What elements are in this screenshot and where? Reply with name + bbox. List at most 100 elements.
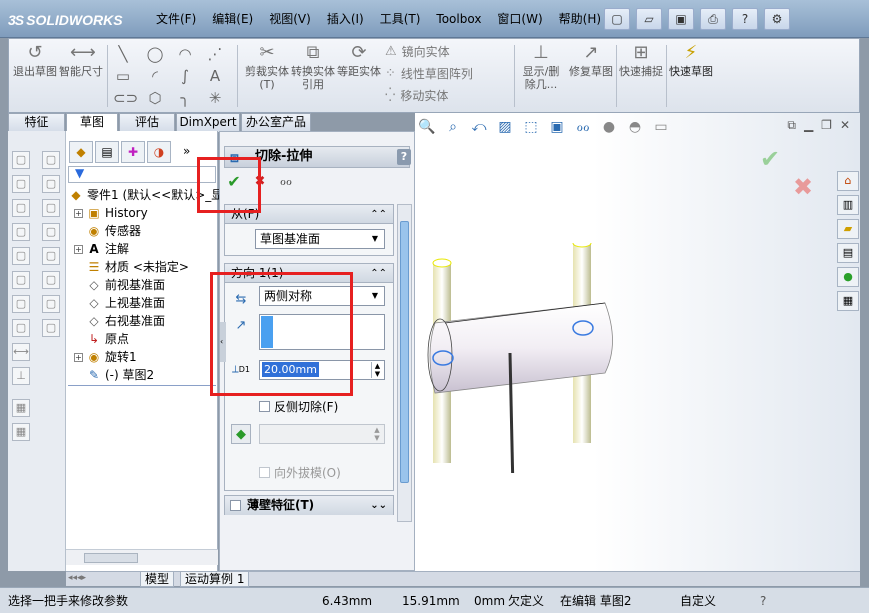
tree-item-revolve[interactable]: + ◉ 旋转1 [74,348,137,366]
scene-icon[interactable]: ◓ [625,117,645,137]
mirror-button[interactable]: ⚠ 镜向实体 [385,43,450,60]
close-icon[interactable]: ✕ [840,118,850,133]
menu-toolbox[interactable]: Toolbox [428,8,489,30]
help-icon[interactable]: ? [760,590,766,612]
view-icon[interactable]: ▢ [42,319,60,337]
flip-side-checkbox[interactable]: 反侧切除(F) [259,398,338,415]
rollback-bar[interactable] [68,385,216,386]
view-icon[interactable]: ▢ [12,151,30,169]
tree-item-top-plane[interactable]: ◇ 上视基准面 [86,294,165,312]
custom-properties-icon[interactable]: ▦ [837,291,859,311]
property-tab-icon[interactable]: ▤ [95,141,119,163]
menu-insert[interactable]: 插入(I) [319,8,372,30]
new-file-icon[interactable]: ▢ [604,8,630,30]
view-settings-icon[interactable]: ▭ [651,117,671,137]
expand-icon[interactable]: + [74,208,83,218]
spin-arrows[interactable]: ▲ ▼ [371,426,383,442]
rapid-sketch-button[interactable]: ⚡ 快速草图 [669,43,713,79]
help-button[interactable]: ? [397,149,411,165]
view-icon[interactable]: ▢ [12,319,30,337]
home-icon[interactable]: ⌂ [837,171,859,191]
view-icon[interactable]: ▢ [12,175,30,193]
menu-help[interactable]: 帮助(H) [551,8,609,30]
centerline-arc-icon[interactable]: ◜ [145,67,165,85]
tab-evaluate[interactable]: 评估 [119,113,175,132]
quick-snap-button[interactable]: ⊞ 快速捕捉 [619,43,663,79]
draft-angle-input[interactable]: ▲ ▼ [259,424,385,444]
minimize-icon[interactable]: ▁ [804,118,813,133]
from-select[interactable]: 草图基准面 ▼ [255,229,385,249]
options-icon[interactable]: ⚙ [764,8,790,30]
view-icon[interactable]: ▢ [12,199,30,217]
tree-item-sensors[interactable]: ◉ 传感器 [86,222,141,240]
display-delete-button[interactable]: ⊥ 显示/删除几... [519,43,563,92]
tree-item-sketch2[interactable]: ✎ (-) 草图2 [86,366,154,384]
rectangle-icon[interactable]: ▭ [113,67,133,85]
display-style-icon[interactable]: ▣ [547,117,567,137]
offset-button[interactable]: ⟳ 等距实体 [337,43,381,79]
menu-tools[interactable]: 工具(T) [372,8,429,30]
view-icon[interactable]: ▢ [42,295,60,313]
collapse-icon[interactable]: ⌃⌃ [370,205,387,224]
move-button[interactable]: ⁛ 移动实体 [385,87,448,104]
confirm-ok-icon[interactable]: ✔ [760,145,780,173]
view-icon[interactable]: ▢ [42,151,60,169]
zoom-area-icon[interactable]: ⌕ [443,117,463,137]
expand-icon[interactable]: + [74,352,83,362]
display-icon[interactable]: ▦ [12,423,30,441]
repair-sketch-button[interactable]: ↗ 修复草图 [569,43,613,79]
checkbox[interactable] [259,401,270,412]
menu-view[interactable]: 视图(V) [261,8,319,30]
expand-icon[interactable]: + [74,244,83,254]
display-tab-icon[interactable]: ◑ [147,141,171,163]
tree-item-annotations[interactable]: + A 注解 [74,240,129,258]
line-icon[interactable]: ╲ [113,45,133,63]
exit-sketch-button[interactable]: ↺ 退出草图 [13,43,57,79]
checkbox[interactable] [259,467,270,478]
view-icon[interactable]: ▢ [12,223,30,241]
view-icon[interactable]: ▢ [42,199,60,217]
point-icon[interactable]: ✳ [205,89,225,107]
dimension-icon[interactable]: ⟷ [12,343,30,361]
relation-icon[interactable]: ⊥ [12,367,30,385]
checkbox[interactable] [230,500,241,511]
fillet-icon[interactable]: ╮ [175,89,195,107]
pm-vertical-scrollbar[interactable] [397,204,412,522]
tab-sketch[interactable]: 草图 [66,113,118,133]
more-tabs-icon[interactable]: » [183,141,190,165]
tile-icon[interactable]: ⧉ [787,118,796,133]
menu-edit[interactable]: 编辑(E) [204,8,261,30]
expand-icon[interactable]: ⌄⌄ [370,496,387,515]
tab-features[interactable]: 特征 [8,113,65,132]
view-icon[interactable]: ▢ [42,223,60,241]
text-icon[interactable]: A [205,67,225,85]
polygon-icon[interactable]: ⬡ [145,89,165,107]
construction-icon[interactable]: ⋰ [205,45,225,63]
save-icon[interactable]: ▣ [668,8,694,30]
draft-outward-checkbox[interactable]: 向外拔模(O) [259,464,341,481]
slot-icon[interactable]: ⊂⊃ [113,89,138,107]
view-icon[interactable]: ▢ [42,247,60,265]
tree-item-history[interactable]: + ▣ History [74,204,148,222]
view-palette-icon[interactable]: ▤ [837,243,859,263]
tree-item-right-plane[interactable]: ◇ 右视基准面 [86,312,165,330]
appearance-icon[interactable]: ● [837,267,859,287]
restore-icon[interactable]: ❐ [821,118,832,133]
tree-item-material[interactable]: ☰ 材质 <未指定> [86,258,189,276]
spline-icon[interactable]: ∫ [175,67,195,85]
hide-show-icon[interactable]: ℴℴ [573,117,593,137]
view-icon[interactable]: ▢ [12,271,30,289]
previous-view-icon[interactable]: ⤺ [469,117,489,137]
view-icon[interactable]: ▢ [12,247,30,265]
feature-tree-tab-icon[interactable]: ◆ [69,141,93,163]
tree-item-front-plane[interactable]: ◇ 前视基准面 [86,276,165,294]
custom-units[interactable]: 自定义 [680,590,716,612]
tab-nav-icon[interactable]: ◂◂◂▸ [68,573,86,583]
library-icon[interactable]: ▥ [837,195,859,215]
filter-field[interactable]: ▼ [68,166,216,183]
tab-office-products[interactable]: 办公室产品 [241,113,311,132]
horizontal-scrollbar[interactable] [66,549,218,565]
section-view-icon[interactable]: ▨ [495,117,515,137]
menu-window[interactable]: 窗口(W) [489,8,550,30]
tab-dimxpert[interactable]: DimXpert [176,113,240,132]
